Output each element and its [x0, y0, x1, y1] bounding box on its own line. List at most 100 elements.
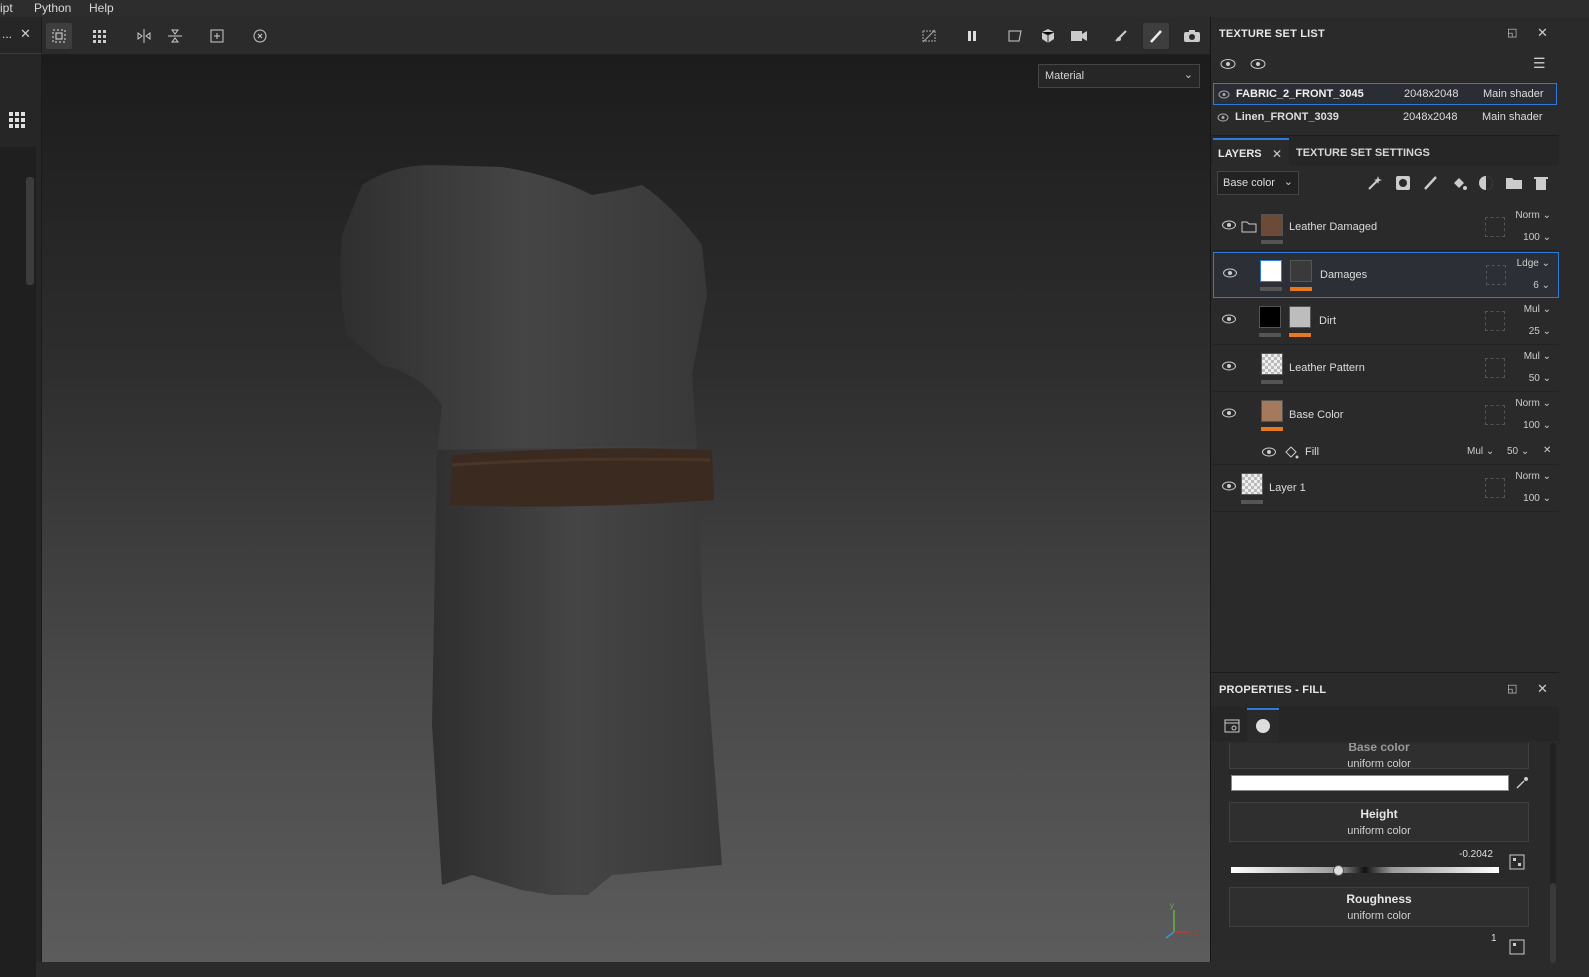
eye-toggle-icon[interactable]: [1219, 57, 1237, 71]
close-icon[interactable]: ✕: [1543, 445, 1551, 456]
blend-mode-dropdown[interactable]: Norm ⌄: [1515, 471, 1551, 482]
eyedropper-icon[interactable]: [1515, 776, 1529, 790]
effect-blend-dropdown[interactable]: Mul ⌄: [1467, 446, 1494, 457]
randomize-icon[interactable]: [1509, 939, 1525, 955]
left-tab-label[interactable]: ...: [2, 27, 12, 41]
reset-camera-button[interactable]: [247, 23, 273, 49]
height-slider[interactable]: [1231, 867, 1499, 873]
mask-thumbnail[interactable]: [1260, 260, 1282, 282]
hide-overlay-button[interactable]: [916, 23, 942, 49]
layer-row-selected[interactable]: Damages Ldge ⌄ 6 ⌄: [1213, 252, 1559, 298]
properties-scrollbar-thumb[interactable]: [1550, 883, 1556, 963]
eye-icon[interactable]: [1221, 407, 1237, 419]
menu-item-python[interactable]: Python: [34, 1, 71, 15]
texture-set-row[interactable]: FABRIC_2_FRONT_3045 2048x2048 Main shade…: [1213, 83, 1557, 105]
shelf-scrollbar[interactable]: [26, 177, 34, 285]
delete-icon[interactable]: [1533, 175, 1549, 191]
grid-icon[interactable]: [8, 111, 26, 129]
eye-icon[interactable]: [1222, 267, 1238, 279]
blend-mode-dropdown[interactable]: Mul ⌄: [1524, 304, 1551, 315]
base-color-card[interactable]: Base color uniform color: [1229, 743, 1529, 770]
properties-scroll-area[interactable]: Base color uniform color Height uniform …: [1211, 743, 1549, 963]
close-icon[interactable]: ✕: [1537, 25, 1548, 41]
texture-set-row[interactable]: Linen_FRONT_3039 2048x2048 Main shader: [1213, 107, 1557, 129]
select-mode-button[interactable]: [46, 23, 72, 49]
display-mode-dropdown[interactable]: Material ⌄: [1038, 64, 1200, 88]
layer-row[interactable]: Leather Damaged Norm ⌄ 100 ⌄: [1213, 205, 1559, 251]
close-icon[interactable]: ✕: [20, 26, 31, 42]
opacity-dropdown[interactable]: 50 ⌄: [1529, 373, 1551, 384]
grid-options-button[interactable]: [88, 23, 114, 49]
add-mask-icon[interactable]: [1395, 175, 1411, 191]
maximize-icon[interactable]: ◱: [1507, 682, 1517, 695]
screenshot-button[interactable]: [1179, 23, 1205, 49]
height-slider-handle[interactable]: [1333, 865, 1345, 876]
add-effect-icon[interactable]: [1478, 175, 1494, 191]
opacity-dropdown[interactable]: 100 ⌄: [1523, 232, 1551, 243]
roughness-card[interactable]: Roughness uniform color: [1229, 887, 1529, 927]
paint-mode-button[interactable]: [1143, 23, 1169, 49]
layer-indicator: [1259, 333, 1281, 337]
blend-mode-dropdown[interactable]: Norm ⌄: [1515, 398, 1551, 409]
eye-icon[interactable]: [1249, 57, 1267, 71]
camera-mode-button[interactable]: [1066, 23, 1092, 49]
eye-icon[interactable]: [1261, 446, 1277, 458]
height-value[interactable]: -0.2042: [1459, 849, 1493, 860]
opacity-dropdown[interactable]: 25 ⌄: [1529, 326, 1551, 337]
layer-mask-slot[interactable]: [1486, 265, 1506, 285]
base-color-swatch[interactable]: [1231, 775, 1509, 791]
maximize-icon[interactable]: ◱: [1507, 26, 1517, 39]
eye-icon[interactable]: [1221, 360, 1237, 372]
eye-icon[interactable]: [1221, 480, 1237, 492]
opacity-dropdown[interactable]: 100 ⌄: [1523, 420, 1551, 431]
layer-row[interactable]: Leather Pattern Mul ⌄ 50 ⌄: [1213, 346, 1559, 392]
layer-mask-slot[interactable]: [1485, 478, 1505, 498]
smart-material-icon[interactable]: [1367, 175, 1383, 191]
effect-opacity-dropdown[interactable]: 50 ⌄: [1507, 446, 1529, 457]
projection-tool-button[interactable]: [1108, 23, 1134, 49]
randomize-icon[interactable]: [1509, 854, 1525, 870]
menu-bar: ipt Python Help: [0, 0, 1589, 17]
opacity-dropdown[interactable]: 6 ⌄: [1533, 280, 1550, 291]
blend-mode-dropdown[interactable]: Ldge ⌄: [1517, 258, 1550, 269]
menu-icon[interactable]: ☰: [1533, 55, 1546, 72]
eye-icon[interactable]: [1218, 90, 1230, 99]
tab-parameters[interactable]: [1219, 713, 1245, 739]
add-folder-icon[interactable]: [1505, 175, 1523, 191]
height-card[interactable]: Height uniform color: [1229, 802, 1529, 842]
symmetry-x-button[interactable]: [131, 23, 157, 49]
effect-row[interactable]: Fill Mul ⌄ 50 ⌄ ✕: [1213, 439, 1559, 465]
fit-view-button[interactable]: [204, 23, 230, 49]
eye-icon[interactable]: [1217, 113, 1229, 122]
3d-view-button[interactable]: [1035, 23, 1061, 49]
layer-mask-slot[interactable]: [1485, 217, 1505, 237]
tab-layers[interactable]: LAYERS ✕: [1213, 138, 1289, 165]
close-icon[interactable]: ✕: [1272, 147, 1282, 161]
layer-mask-slot[interactable]: [1485, 311, 1505, 331]
add-fill-layer-icon[interactable]: [1451, 175, 1467, 191]
opacity-dropdown[interactable]: 100 ⌄: [1523, 493, 1551, 504]
3d-viewport[interactable]: Material ⌄ x y: [42, 55, 1210, 962]
layer-row[interactable]: Dirt Mul ⌄ 25 ⌄: [1213, 299, 1559, 345]
menu-item-script[interactable]: ipt: [0, 1, 13, 15]
pause-button[interactable]: [959, 23, 985, 49]
eye-icon[interactable]: [1221, 313, 1237, 325]
layer-mask-slot[interactable]: [1485, 358, 1505, 378]
menu-item-help[interactable]: Help: [89, 1, 114, 15]
tab-texture-set-settings[interactable]: TEXTURE SET SETTINGS: [1296, 147, 1430, 159]
roughness-value[interactable]: 1: [1491, 933, 1497, 944]
2d-view-button[interactable]: [1003, 23, 1029, 49]
eye-icon[interactable]: [1221, 219, 1237, 231]
layer-mask-slot[interactable]: [1485, 405, 1505, 425]
layer-row[interactable]: Layer 1 Norm ⌄ 100 ⌄: [1213, 466, 1559, 512]
blend-mode-dropdown[interactable]: Norm ⌄: [1515, 210, 1551, 221]
add-paint-layer-icon[interactable]: [1423, 175, 1439, 191]
close-icon[interactable]: ✕: [1537, 681, 1548, 697]
blend-mode-dropdown[interactable]: Mul ⌄: [1524, 351, 1551, 362]
channel-dropdown[interactable]: Base color ⌄: [1217, 171, 1299, 195]
symmetry-y-button[interactable]: [162, 23, 188, 49]
layer-row[interactable]: Base Color Norm ⌄ 100 ⌄: [1213, 393, 1559, 439]
symmetry-vertical-icon: [168, 29, 182, 43]
tab-material[interactable]: [1247, 708, 1279, 741]
mask-thumbnail[interactable]: [1259, 306, 1281, 328]
